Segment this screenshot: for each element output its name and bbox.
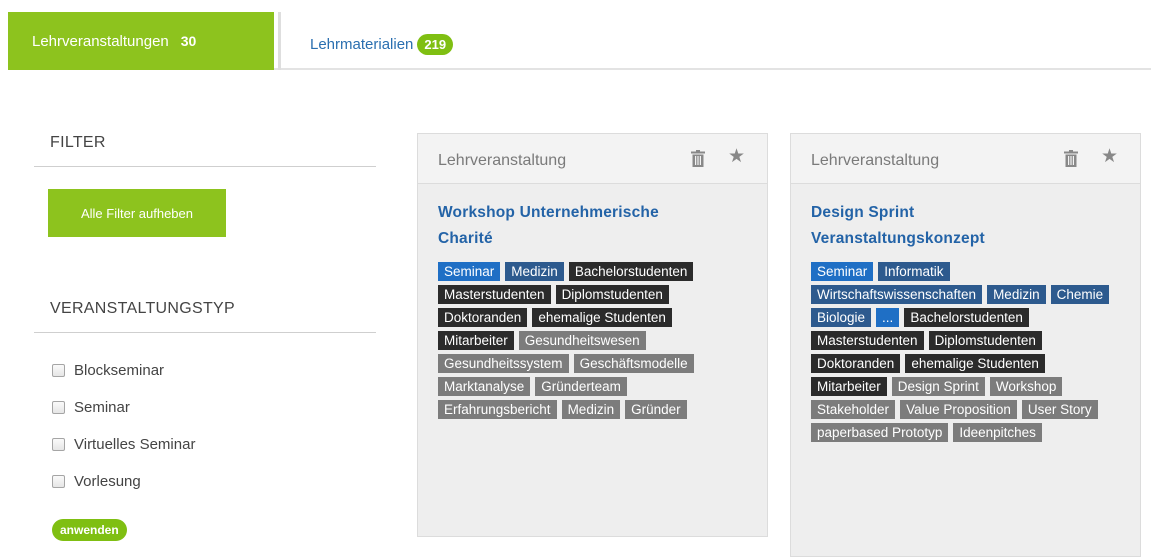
tag-list: Seminar Informatik Wirtschaftswissenschaft…: [811, 262, 1122, 446]
star-icon[interactable]: ★: [1101, 147, 1118, 166]
checkbox[interactable]: [52, 475, 65, 488]
course-card[interactable]: Lehrveranstaltung ★ Workshop Unternehmer…: [417, 133, 768, 537]
card-header: Lehrveranstaltung ★: [791, 134, 1140, 184]
tag-chip[interactable]: Masterstudenten: [811, 331, 924, 350]
filter-option-label: Virtuelles Seminar: [74, 436, 196, 453]
trash-icon[interactable]: [691, 150, 705, 167]
tab-separator: [278, 12, 281, 70]
tab-label: Lehrveranstaltungen: [32, 32, 169, 50]
card-title-line: Design Sprint: [811, 204, 915, 221]
card-title-line: Veranstaltungskonzept: [811, 230, 985, 247]
tag-chip[interactable]: Mitarbeiter: [811, 377, 887, 396]
tag-chip[interactable]: Biologie: [811, 308, 872, 327]
tag-chip[interactable]: Informatik: [878, 262, 950, 281]
card-header: Lehrveranstaltung ★: [418, 134, 767, 184]
tag-chip[interactable]: paperbased Prototyp: [811, 423, 949, 442]
filter-option-label: Vorlesung: [74, 473, 141, 490]
tag-chip[interactable]: Geschäftsmodelle: [573, 354, 694, 373]
tab-count-badge: 219: [417, 33, 454, 55]
card-type-label: Lehrveranstaltung: [811, 152, 940, 169]
clear-filters-button[interactable]: Alle Filter aufheben: [48, 189, 226, 237]
tag-list: Seminar Medizin Bachelorstudenten Masterstu…: [438, 262, 749, 423]
checkbox[interactable]: [52, 401, 65, 414]
tag-chip[interactable]: Doktoranden: [811, 354, 901, 373]
tag-chip[interactable]: Workshop: [989, 377, 1063, 396]
tag-chip[interactable]: Stakeholder: [811, 400, 896, 419]
filter-option-virtuelles-seminar[interactable]: Virtuelles Seminar: [52, 436, 195, 453]
tab-bar: Lehrveranstaltungen 30 Lehrmaterialien 2…: [8, 12, 1151, 70]
tag-chip[interactable]: Ideenpitches: [953, 423, 1042, 442]
apply-filters-button[interactable]: anwenden: [52, 519, 127, 541]
tab-lehrmaterialien[interactable]: Lehrmaterialien 219: [310, 32, 454, 56]
tag-chip[interactable]: User Story: [1021, 400, 1098, 419]
filter-option-label: Seminar: [74, 399, 130, 416]
tag-chip[interactable]: Wirtschaftswissenschaften: [811, 285, 983, 304]
tag-chip[interactable]: Diplomstudenten: [555, 285, 669, 304]
filter-option-seminar[interactable]: Seminar: [52, 399, 130, 416]
card-type-label: Lehrveranstaltung: [438, 152, 567, 169]
tag-chip[interactable]: Gesundheitswesen: [518, 331, 646, 350]
tag-chip[interactable]: Gesundheitssystem: [438, 354, 569, 373]
card-title-line: Workshop Unternehmerische: [438, 204, 659, 221]
tag-chip[interactable]: Design Sprint: [891, 377, 985, 396]
filter-option-vorlesung[interactable]: Vorlesung: [52, 473, 141, 490]
card-title-link[interactable]: Design Sprint Veranstaltungskonzept: [811, 200, 1120, 252]
tab-lehrveranstaltungen[interactable]: Lehrveranstaltungen 30: [8, 12, 274, 70]
tag-chip[interactable]: Doktoranden: [438, 308, 528, 327]
tag-chip[interactable]: ehemalige Studenten: [532, 308, 672, 327]
tag-chip[interactable]: Mitarbeiter: [438, 331, 514, 350]
tag-chip[interactable]: Medizin: [505, 262, 564, 281]
filter-heading: FILTER: [50, 134, 106, 151]
filter-option-blockseminar[interactable]: Blockseminar: [52, 362, 164, 379]
tab-label: Lehrmaterialien: [310, 35, 414, 53]
tag-chip[interactable]: Bachelorstudenten: [568, 262, 694, 281]
tag-chip[interactable]: Gründer: [625, 400, 687, 419]
card-title-line: Charité: [438, 230, 493, 247]
tag-chip[interactable]: Value Proposition: [900, 400, 1017, 419]
event-type-divider: [34, 332, 376, 333]
tag-chip[interactable]: ...: [876, 308, 900, 327]
tag-chip[interactable]: Erfahrungsbericht: [438, 400, 557, 419]
filter-divider: [34, 166, 376, 167]
tag-chip[interactable]: Seminar: [438, 262, 501, 281]
tag-chip[interactable]: Diplomstudenten: [928, 331, 1042, 350]
tag-chip[interactable]: Chemie: [1050, 285, 1110, 304]
star-icon[interactable]: ★: [728, 147, 745, 166]
tag-chip[interactable]: ehemalige Studenten: [905, 354, 1045, 373]
course-card[interactable]: Lehrveranstaltung ★ Design Sprint Verans…: [790, 133, 1141, 557]
tab-count: 30: [180, 33, 197, 49]
tag-chip[interactable]: Seminar: [811, 262, 874, 281]
tag-chip[interactable]: Medizin: [987, 285, 1046, 304]
card-title-link[interactable]: Workshop Unternehmerische Charité: [438, 200, 747, 252]
filter-option-label: Blockseminar: [74, 362, 165, 379]
tag-chip[interactable]: Gründerteam: [535, 377, 627, 396]
checkbox[interactable]: [52, 438, 65, 451]
tag-chip[interactable]: Medizin: [561, 400, 621, 419]
tag-chip[interactable]: Marktanalyse: [438, 377, 531, 396]
trash-icon[interactable]: [1064, 150, 1078, 167]
checkbox[interactable]: [52, 364, 65, 377]
event-type-heading: VERANSTALTUNGSTYP: [50, 300, 235, 317]
tag-chip[interactable]: Bachelorstudenten: [904, 308, 1029, 327]
tag-chip[interactable]: Masterstudenten: [438, 285, 551, 304]
